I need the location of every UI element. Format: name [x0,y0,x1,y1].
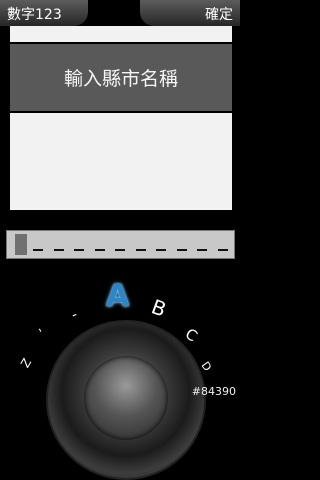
character-slot [74,249,84,251]
dial-symbol-prev-1[interactable]: - [69,307,79,324]
dial-letter-next-2[interactable]: C [182,325,201,346]
character-slot [217,249,228,251]
prompt-label: 輸入縣市名稱 [10,44,232,111]
character-slot [115,249,125,251]
dial-letter-selected[interactable]: A [106,279,129,314]
top-panel [10,26,232,42]
character-slot [176,249,187,251]
text-entry-field[interactable] [6,230,235,259]
suggestion-panel [10,113,232,210]
character-slot [197,249,207,251]
rotary-dial[interactable] [46,320,206,480]
dial-letter-next-1[interactable]: B [148,294,169,321]
character-slot [94,249,105,251]
character-slot [135,249,146,251]
dial-symbol-prev-2[interactable]: ' [37,326,47,340]
watermark-text: #84390 [191,385,236,398]
dial-letter-prev-3[interactable]: Z [18,356,34,370]
character-slot [156,249,166,251]
character-slot [33,249,43,251]
top-bar: 數字123 確定 [0,0,240,26]
character-slots [17,231,233,258]
character-slot [53,249,64,251]
confirm-button[interactable]: 確定 [140,0,240,26]
dial-center-button[interactable] [84,356,168,440]
input-mode-button[interactable]: 數字123 [0,0,88,26]
